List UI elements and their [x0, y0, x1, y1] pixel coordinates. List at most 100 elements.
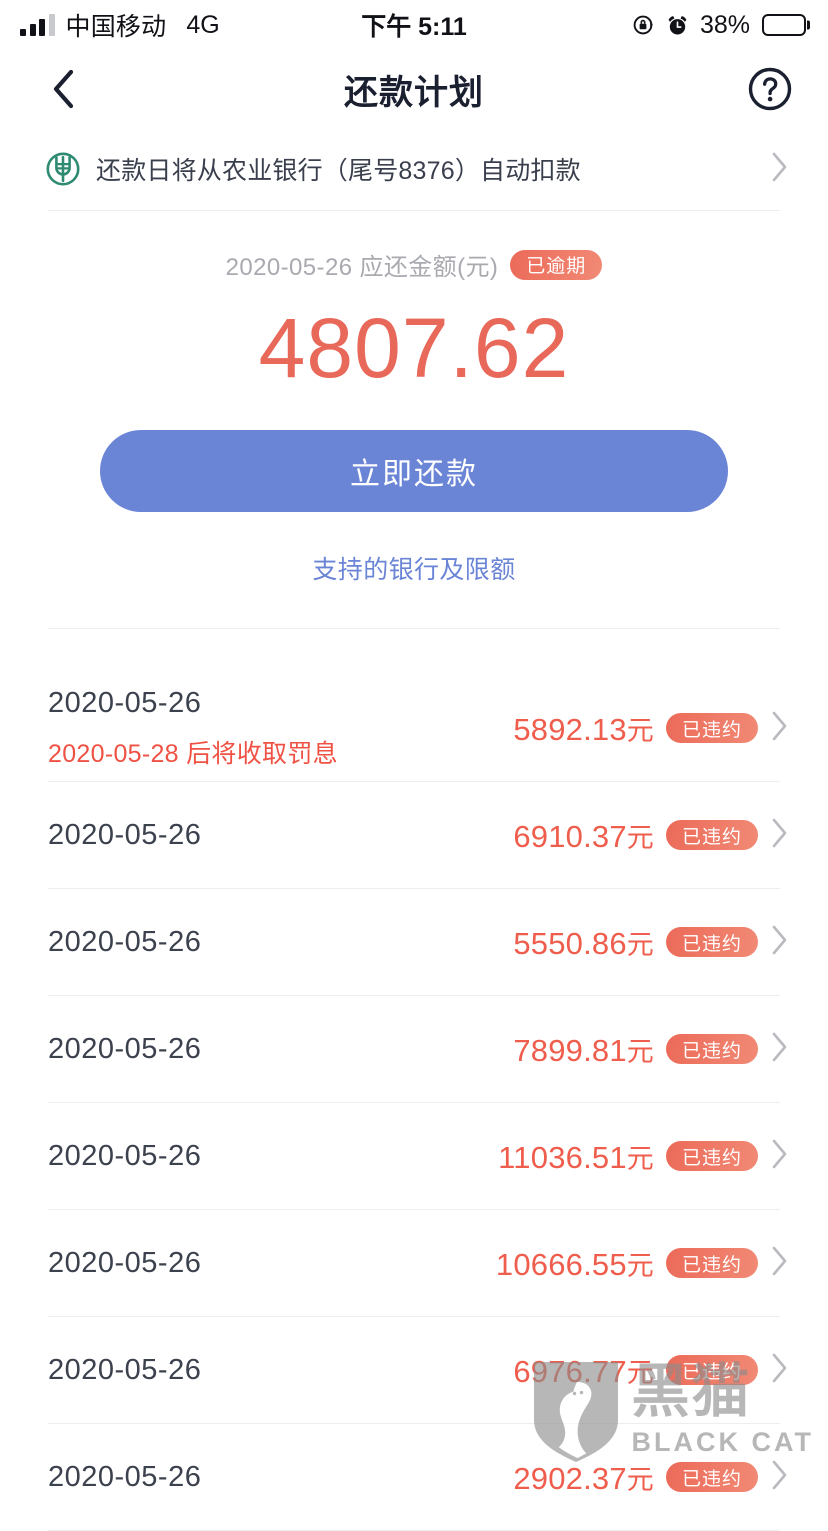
- carrier-label: 中国移动: [65, 13, 167, 41]
- auto-debit-bank-text: 还款日将从农业银行（尾号8376）自动扣款: [96, 157, 581, 185]
- plan-amount-unit: 元: [626, 1357, 654, 1388]
- status-badge: 已违约: [665, 1248, 758, 1279]
- plan-amount: 6976.77元: [513, 1351, 654, 1390]
- chevron-right-icon: [772, 925, 787, 955]
- plan-row-right: 5892.13元 已违约: [513, 709, 788, 748]
- plan-amount-unit: 元: [626, 1464, 654, 1495]
- plan-amount-unit: 元: [626, 929, 654, 960]
- chevron-right-icon: [772, 711, 787, 741]
- chevron-right-icon: [772, 818, 787, 848]
- plan-due-date: 2020-05-26: [48, 1032, 202, 1065]
- chevron-right-icon: [772, 152, 787, 181]
- status-badge: 已违约: [665, 713, 758, 744]
- status-badge: 已违约: [665, 1141, 758, 1172]
- plan-amount-value: 10666.55: [495, 1246, 627, 1282]
- plan-amount-value: 7899.81: [513, 1032, 627, 1068]
- network-type-label: 4G: [186, 10, 220, 39]
- plan-due-date: 2020-05-26: [48, 686, 202, 719]
- plan-row-right: 7899.81元 已违约: [513, 1030, 788, 1069]
- page-title: 还款计划: [344, 73, 484, 112]
- help-button[interactable]: [746, 65, 794, 113]
- battery-icon: [762, 14, 806, 36]
- plan-amount-unit: 元: [626, 1250, 654, 1281]
- table-row[interactable]: 2020-05-26 5550.86元 已违约: [0, 889, 828, 995]
- plan-row-left: 2020-05-26 2020-05-28 后将收取罚息: [48, 687, 513, 770]
- status-bar-right: 38%: [632, 11, 806, 40]
- plan-row-left: 2020-05-26: [48, 1247, 496, 1280]
- plan-row-right: 10666.55元 已违约: [496, 1244, 788, 1283]
- plan-row-right: 5550.86元 已违约: [513, 923, 788, 962]
- plan-row-chevron: [770, 710, 788, 747]
- chevron-right-icon: [772, 1139, 787, 1169]
- plan-due-date: 2020-05-26: [48, 818, 202, 851]
- status-badge: 已违约: [665, 1462, 758, 1493]
- repay-cta-wrapper: 立即还款: [0, 394, 828, 513]
- status-badge: 已违约: [665, 927, 758, 958]
- status-badge: 已违约: [665, 1355, 758, 1386]
- plan-list-top-divider: [48, 628, 780, 630]
- plan-amount: 5550.86元: [513, 923, 654, 962]
- table-row[interactable]: 2020-05-26 6976.77元 已违约: [0, 1317, 828, 1423]
- plan-due-date: 2020-05-26: [48, 1139, 202, 1172]
- plan-amount: 6910.37元: [513, 816, 654, 855]
- auto-debit-bank-row[interactable]: 还款日将从农业银行（尾号8376）自动扣款: [0, 128, 828, 210]
- plan-penalty-note: 2020-05-28 后将收取罚息: [48, 739, 338, 768]
- plan-row-chevron: [770, 1031, 788, 1068]
- plan-amount: 7899.81元: [513, 1030, 654, 1069]
- plan-row-right: 6976.77元 已违约: [513, 1351, 788, 1390]
- chevron-right-icon: [772, 1246, 787, 1276]
- plan-amount-value: 11036.51: [498, 1139, 627, 1175]
- plan-amount-value: 6976.77: [513, 1353, 627, 1389]
- back-button[interactable]: [40, 66, 86, 112]
- alarm-clock-icon: [668, 15, 687, 35]
- supported-banks-link[interactable]: 支持的银行及限额: [0, 550, 828, 586]
- chevron-right-icon: [772, 1460, 787, 1490]
- plan-row-chevron: [770, 1352, 788, 1389]
- table-row[interactable]: 2020-05-26 10666.55元 已违约: [0, 1210, 828, 1316]
- plan-row-chevron: [770, 924, 788, 961]
- chevron-right-icon: [772, 1353, 787, 1383]
- table-row[interactable]: 2020-05-26 7899.81元 已违约: [0, 996, 828, 1102]
- plan-amount-unit: 元: [626, 1143, 654, 1174]
- plan-amount: 2902.37元: [513, 1458, 654, 1497]
- plan-row-chevron: [770, 1138, 788, 1175]
- due-amount-header: 2020-05-26 应还金额(元) 已逾期: [0, 247, 828, 282]
- plan-amount: 10666.55元: [496, 1244, 654, 1283]
- table-row[interactable]: 2020-05-26 6910.37元 已违约: [0, 782, 828, 888]
- table-row[interactable]: 2020-05-26 2020-05-28 后将收取罚息 5892.13元 已违约: [0, 675, 828, 781]
- plan-row-left: 2020-05-26: [48, 1033, 513, 1066]
- plan-row-right: 2902.37元 已违约: [513, 1458, 788, 1497]
- navigation-bar: 还款计划: [0, 50, 828, 128]
- plan-amount-value: 6910.37: [513, 818, 627, 854]
- plan-amount: 5892.13元: [513, 709, 654, 748]
- due-amount-label: 2020-05-26 应还金额(元): [225, 254, 499, 281]
- status-bar: 中国移动 4G 下午 5:11 38%: [0, 0, 828, 50]
- plan-due-date: 2020-05-26: [48, 1246, 202, 1279]
- question-mark-circle-icon: [748, 67, 792, 111]
- repayment-plan-list: 2020-05-26 2020-05-28 后将收取罚息 5892.13元 已违约 20…: [0, 675, 828, 1531]
- plan-row-left: 2020-05-26: [48, 926, 513, 959]
- rotation-lock-icon: [633, 15, 653, 35]
- table-row[interactable]: 2020-05-26 2902.37元 已违约: [0, 1424, 828, 1530]
- repay-now-button[interactable]: 立即还款: [100, 430, 728, 513]
- battery-percent-label: 38%: [699, 10, 750, 39]
- plan-amount: 11036.51元: [498, 1137, 654, 1176]
- overdue-status-badge: 已逾期: [510, 249, 603, 280]
- plan-row-right: 11036.51元 已违约: [498, 1137, 788, 1176]
- table-row[interactable]: 2020-05-26 11036.51元 已违约: [0, 1103, 828, 1209]
- plan-row-left: 2020-05-26: [48, 819, 513, 852]
- plan-amount-unit: 元: [626, 715, 654, 746]
- plan-amount-unit: 元: [626, 1036, 654, 1067]
- due-amount-summary: 2020-05-26 应还金额(元) 已逾期 4807.62: [0, 211, 828, 394]
- plan-amount-unit: 元: [626, 822, 654, 853]
- abc-bank-logo-icon: [46, 152, 80, 186]
- bank-row-chevron: [770, 151, 788, 188]
- plan-due-date: 2020-05-26: [48, 925, 202, 958]
- chevron-left-icon: [53, 69, 74, 109]
- plan-row-chevron: [770, 1459, 788, 1496]
- status-bar-left: 中国移动 4G: [20, 7, 220, 43]
- due-amount-value: 4807.62: [258, 301, 570, 395]
- plan-row-left: 2020-05-26: [48, 1461, 513, 1494]
- plan-amount-value: 5550.86: [513, 925, 627, 961]
- signal-strength-icon: [20, 14, 55, 36]
